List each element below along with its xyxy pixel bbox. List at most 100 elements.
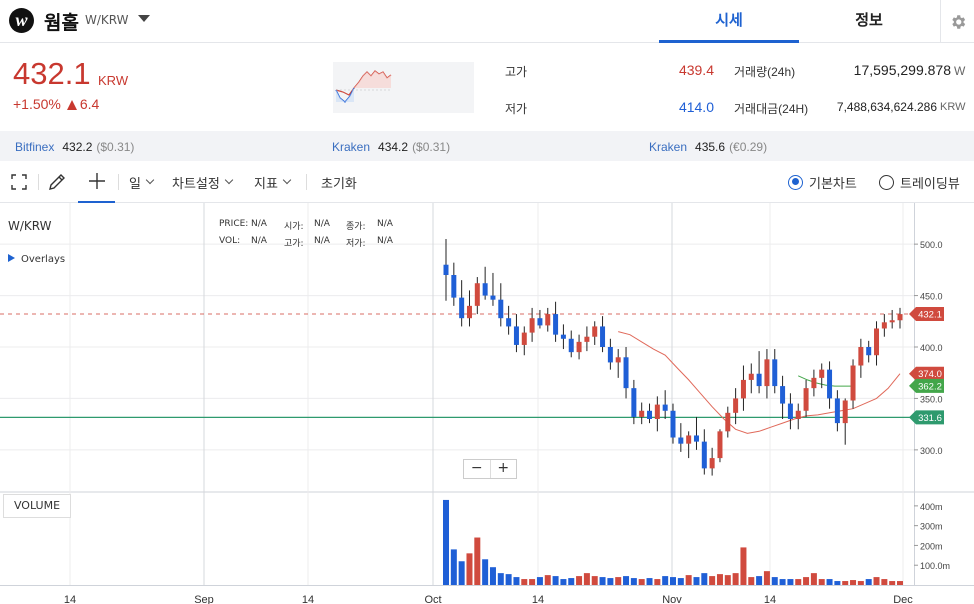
candle-body bbox=[482, 283, 488, 296]
up-arrow-icon bbox=[66, 100, 77, 110]
exchange-price: 432.2 bbox=[62, 140, 93, 154]
candle-body bbox=[819, 369, 825, 378]
tradingview-radio[interactable]: 트레이딩뷰 bbox=[879, 161, 960, 203]
candle-body bbox=[780, 386, 786, 404]
candle-body bbox=[686, 435, 692, 444]
ohlc-price: N/A bbox=[251, 219, 267, 229]
volume-axis-tick-label: 400m bbox=[920, 502, 943, 512]
exchange-price: 434.2 bbox=[378, 140, 409, 154]
volume-bar bbox=[458, 561, 465, 585]
candle-body bbox=[647, 410, 653, 419]
low-value: 414.0 bbox=[678, 99, 714, 115]
fullscreen-icon bbox=[11, 174, 27, 190]
y-axis-tick-label: 500.0 bbox=[920, 240, 943, 250]
settings-button[interactable] bbox=[940, 0, 974, 43]
candle-body bbox=[717, 431, 723, 459]
zoom-out-button[interactable]: − bbox=[464, 460, 491, 478]
price-tag-label: 331.6 bbox=[918, 413, 942, 424]
volume-bar bbox=[685, 575, 692, 585]
chart-toolbar: 일 차트설정 지표 초기화 기본차트 트레이딩뷰 bbox=[0, 161, 974, 203]
volume-bar bbox=[638, 579, 645, 585]
x-axis-tick-label: 14 bbox=[302, 594, 314, 604]
exchange-name-link[interactable]: Bitfinex bbox=[15, 140, 54, 154]
chart-settings-label: 차트설정 bbox=[172, 176, 220, 192]
candle-body bbox=[850, 365, 856, 401]
x-axis-tick-label: Oct bbox=[424, 594, 441, 604]
price-chart[interactable]: 300.0 350.0 400.0 450.0 500.0 100.0m 200m 300m 4… bbox=[0, 203, 974, 604]
candle-body bbox=[521, 332, 527, 345]
candle-body bbox=[709, 458, 715, 469]
volume-bar bbox=[662, 576, 669, 585]
volume-bar bbox=[677, 578, 684, 585]
y-axis-tick-label: 400.0 bbox=[920, 343, 943, 353]
price-tag-label: 362.2 bbox=[918, 381, 942, 392]
basic-chart-radio[interactable]: 기본차트 bbox=[788, 161, 857, 203]
ohlc-low: N/A bbox=[377, 236, 393, 246]
volume-axis-tick-label: 200m bbox=[920, 541, 943, 551]
exchange-name-link[interactable]: Kraken bbox=[332, 140, 370, 154]
volume-bar bbox=[701, 573, 708, 585]
candle-body bbox=[764, 359, 770, 387]
candle-body bbox=[772, 359, 778, 387]
volume-bar bbox=[771, 577, 778, 585]
fullscreen-button[interactable] bbox=[10, 161, 28, 203]
candle-body bbox=[615, 357, 621, 363]
price-tag-label: 432.1 bbox=[918, 309, 942, 320]
tab-market-price[interactable]: 시세 bbox=[659, 0, 799, 43]
basic-chart-label: 기본차트 bbox=[809, 176, 857, 192]
exchange-sub-price: (€0.29) bbox=[729, 140, 768, 154]
crosshair-button[interactable] bbox=[78, 161, 115, 203]
volume-bar bbox=[474, 537, 481, 585]
volume-label: 거래량(24h) bbox=[734, 65, 796, 79]
y-axis-tick-label: 450.0 bbox=[920, 292, 943, 302]
toolbar-divider bbox=[38, 174, 39, 190]
overlays-toggle[interactable]: Overlays bbox=[8, 254, 65, 265]
reset-button[interactable]: 초기화 bbox=[321, 161, 357, 203]
zoom-in-button[interactable]: + bbox=[491, 460, 517, 478]
candle-body bbox=[795, 410, 801, 419]
volume-bar bbox=[756, 576, 763, 585]
radio-selected-icon bbox=[788, 174, 803, 190]
high-label: 고가 bbox=[505, 65, 528, 79]
candle-body bbox=[513, 326, 519, 345]
volume-bar bbox=[818, 579, 825, 585]
chart-title: W/KRW bbox=[8, 219, 52, 233]
candle-body bbox=[811, 377, 817, 389]
toolbar-divider bbox=[118, 174, 119, 190]
candle-body bbox=[537, 318, 543, 326]
tab-info[interactable]: 정보 bbox=[799, 0, 939, 43]
exchange-name-link[interactable]: Kraken bbox=[649, 140, 687, 154]
draw-button[interactable] bbox=[47, 161, 67, 203]
indicators-dropdown[interactable]: 지표 bbox=[254, 161, 292, 203]
volume-bar bbox=[889, 581, 896, 585]
exchange-item: Bitfinex 432.2 ($0.31) bbox=[15, 140, 134, 154]
candle-body bbox=[443, 264, 449, 275]
candle-body bbox=[506, 318, 512, 327]
ohlc-vol: N/A bbox=[251, 236, 267, 246]
volume-bar bbox=[536, 577, 543, 585]
candle-body bbox=[592, 326, 598, 337]
x-axis-tick-label: Nov bbox=[662, 594, 682, 604]
interval-dropdown[interactable]: 일 bbox=[129, 161, 155, 203]
price-unit: KRW bbox=[98, 73, 129, 88]
volume-bar bbox=[716, 574, 723, 585]
volume-bar bbox=[552, 576, 559, 585]
volume-bar bbox=[630, 578, 637, 585]
volume-bar bbox=[529, 579, 536, 585]
candle-body bbox=[733, 398, 739, 413]
tradingview-label: 트레이딩뷰 bbox=[900, 176, 960, 192]
volume-bar bbox=[842, 581, 849, 585]
volume-bar bbox=[607, 578, 614, 585]
chevron-down-icon bbox=[224, 175, 234, 185]
volume-bar bbox=[873, 577, 880, 585]
chevron-down-icon bbox=[282, 175, 292, 185]
ohlc-price-label: PRICE: bbox=[219, 219, 249, 229]
pair-dropdown-caret-icon[interactable] bbox=[138, 15, 150, 22]
pencil-icon bbox=[49, 174, 65, 190]
toolbar-divider bbox=[306, 174, 307, 190]
candle-body bbox=[748, 373, 754, 380]
chart-settings-dropdown[interactable]: 차트설정 bbox=[172, 161, 234, 203]
volume-bar bbox=[834, 581, 841, 585]
volume-bar bbox=[881, 579, 888, 585]
candle-body bbox=[474, 283, 480, 306]
